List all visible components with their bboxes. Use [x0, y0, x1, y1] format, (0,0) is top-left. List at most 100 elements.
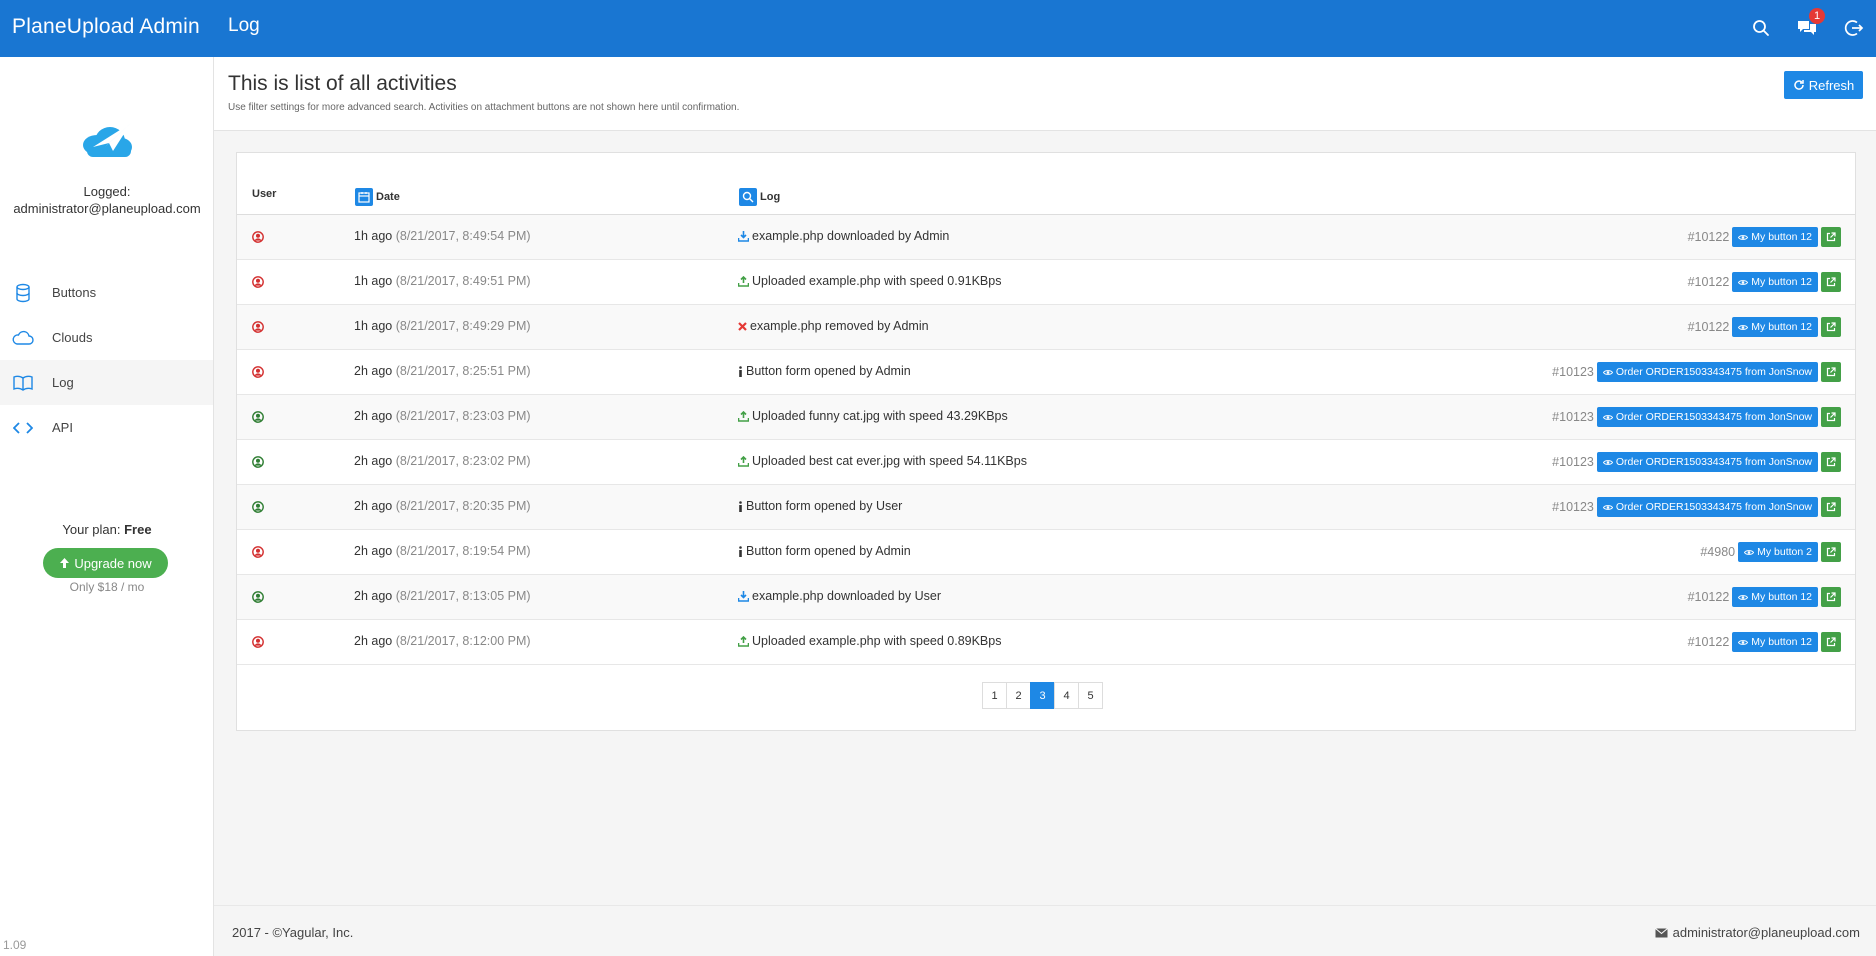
external-link-icon: [1826, 592, 1836, 602]
button-id[interactable]: #10122: [1688, 275, 1730, 289]
button-id[interactable]: #10122: [1688, 320, 1730, 334]
planeupload-logo: [77, 117, 137, 164]
eye-icon: [1602, 504, 1613, 510]
envelope-icon: [1654, 927, 1668, 937]
sidebar-item-api[interactable]: API: [0, 405, 213, 450]
external-link-icon: [1826, 322, 1836, 332]
external-link-button[interactable]: [1821, 362, 1841, 382]
row-actions: #10123 Order ORDER1503343475 from JonSnow: [1552, 452, 1841, 472]
log-cell: example.php downloaded by Admin: [738, 229, 949, 243]
log-cell: example.php removed by Admin: [738, 319, 929, 333]
view-button[interactable]: My button 12: [1732, 587, 1818, 607]
external-link-button[interactable]: [1821, 542, 1841, 562]
page-4-button[interactable]: 4: [1054, 682, 1079, 709]
refresh-button[interactable]: Refresh: [1784, 71, 1863, 99]
search-icon[interactable]: [1749, 16, 1773, 40]
plan-label: Your plan:: [62, 522, 121, 537]
button-id[interactable]: #10123: [1552, 365, 1594, 379]
view-button[interactable]: My button 2: [1738, 542, 1818, 562]
cloud-icon: [12, 327, 34, 349]
row-actions: #10122 My button 12: [1688, 227, 1841, 247]
view-button[interactable]: Order ORDER1503343475 from JonSnow: [1596, 407, 1818, 427]
upgrade-now-button[interactable]: Upgrade now: [43, 548, 168, 578]
timestamp: (8/21/2017, 8:23:02 PM): [395, 454, 531, 468]
button-id[interactable]: #10122: [1688, 590, 1730, 604]
log-text: example.php downloaded by Admin: [752, 229, 950, 243]
user-icon: [252, 276, 264, 288]
time-ago: 2h ago: [354, 634, 393, 648]
table-row: 2h ago (8/21/2017, 8:23:02 PM) Uploaded b…: [237, 440, 1855, 485]
logout-icon[interactable]: [1842, 16, 1866, 40]
sidebar-item-clouds[interactable]: Clouds: [0, 315, 213, 360]
timestamp: (8/21/2017, 8:49:54 PM): [395, 229, 531, 243]
footer-contact[interactable]: administrator@planeupload.com: [1654, 925, 1860, 940]
table-row: 2h ago (8/21/2017, 8:23:03 PM) Uploaded f…: [237, 395, 1855, 440]
external-link-button[interactable]: [1821, 317, 1841, 337]
view-button-label: My button 12: [1751, 321, 1812, 333]
view-button[interactable]: My button 12: [1732, 632, 1818, 652]
column-header-date[interactable]: Date: [355, 188, 400, 206]
page-5-button[interactable]: 5: [1078, 682, 1103, 709]
timestamp: (8/21/2017, 8:13:05 PM): [395, 589, 531, 603]
brand-title[interactable]: PlaneUpload Admin: [12, 15, 200, 39]
page-1-button[interactable]: 1: [982, 682, 1007, 709]
page-2-button[interactable]: 2: [1006, 682, 1031, 709]
sidebar-item-log[interactable]: Log: [0, 360, 213, 405]
button-id[interactable]: #10123: [1552, 410, 1594, 424]
user-icon: [252, 546, 264, 558]
external-link-button[interactable]: [1821, 272, 1841, 292]
user-icon: [252, 501, 264, 513]
time-ago: 2h ago: [354, 544, 393, 558]
view-button[interactable]: My button 12: [1732, 272, 1818, 292]
row-actions: #10123 Order ORDER1503343475 from JonSnow: [1552, 407, 1841, 427]
row-actions: #10122 My button 12: [1688, 587, 1841, 607]
external-link-button[interactable]: [1821, 587, 1841, 607]
log-table-panel: User Date Log 1h ago (8/21/2017, 8:49:54…: [236, 152, 1856, 731]
log-text: Button form opened by Admin: [746, 364, 911, 378]
log-text: Button form opened by User: [746, 499, 903, 513]
column-header-log[interactable]: Log: [739, 188, 780, 206]
view-button[interactable]: Order ORDER1503343475 from JonSnow: [1596, 452, 1818, 472]
external-link-button[interactable]: [1821, 497, 1841, 517]
external-link-icon: [1826, 412, 1836, 422]
date-cell: 2h ago (8/21/2017, 8:23:02 PM): [354, 454, 531, 468]
view-button[interactable]: My button 12: [1732, 317, 1818, 337]
external-link-icon: [1826, 547, 1836, 557]
external-link-button[interactable]: [1821, 407, 1841, 427]
page-3-button[interactable]: 3: [1030, 682, 1055, 709]
log-cell: Uploaded best cat ever.jpg with speed 54…: [738, 454, 1027, 468]
table-row: 2h ago (8/21/2017, 8:25:51 PM) Button for…: [237, 350, 1855, 395]
external-link-button[interactable]: [1821, 452, 1841, 472]
logged-label: Logged:: [83, 184, 131, 199]
button-id[interactable]: #10123: [1552, 455, 1594, 469]
view-button-label: My button 12: [1751, 231, 1812, 243]
external-link-icon: [1826, 367, 1836, 377]
time-ago: 2h ago: [354, 589, 393, 603]
view-button-label: My button 12: [1751, 276, 1812, 288]
footer-copyright: 2017 - ©Yagular, Inc.: [232, 925, 354, 940]
button-id[interactable]: #10122: [1688, 230, 1730, 244]
sidebar-item-buttons[interactable]: Buttons: [0, 270, 213, 315]
button-id[interactable]: #10123: [1552, 500, 1594, 514]
book-icon: [12, 372, 34, 394]
view-button[interactable]: Order ORDER1503343475 from JonSnow: [1596, 497, 1818, 517]
button-id[interactable]: #10122: [1688, 635, 1730, 649]
log-text: Uploaded example.php with speed 0.89KBps: [752, 634, 1002, 648]
eye-icon: [1738, 594, 1749, 600]
log-text: Uploaded best cat ever.jpg with speed 54…: [752, 454, 1027, 468]
log-cell: example.php downloaded by User: [738, 589, 941, 603]
date-cell: 2h ago (8/21/2017, 8:25:51 PM): [354, 364, 531, 378]
timestamp: (8/21/2017, 8:25:51 PM): [395, 364, 531, 378]
external-link-button[interactable]: [1821, 227, 1841, 247]
button-id[interactable]: #4980: [1700, 545, 1735, 559]
footer-email: administrator@planeupload.com: [1672, 925, 1860, 940]
sidebar-item-label: Clouds: [52, 330, 93, 345]
log-text: Uploaded funny cat.jpg with speed 43.29K…: [752, 409, 1008, 423]
external-link-button[interactable]: [1821, 632, 1841, 652]
view-button[interactable]: My button 12: [1732, 227, 1818, 247]
timestamp: (8/21/2017, 8:20:35 PM): [395, 499, 531, 513]
view-button[interactable]: Order ORDER1503343475 from JonSnow: [1596, 362, 1818, 382]
arrow-up-icon: [60, 558, 70, 568]
table-row: 1h ago (8/21/2017, 8:49:51 PM) Uploaded e…: [237, 260, 1855, 305]
logged-user: Logged: administrator@planeupload.com: [0, 183, 214, 217]
